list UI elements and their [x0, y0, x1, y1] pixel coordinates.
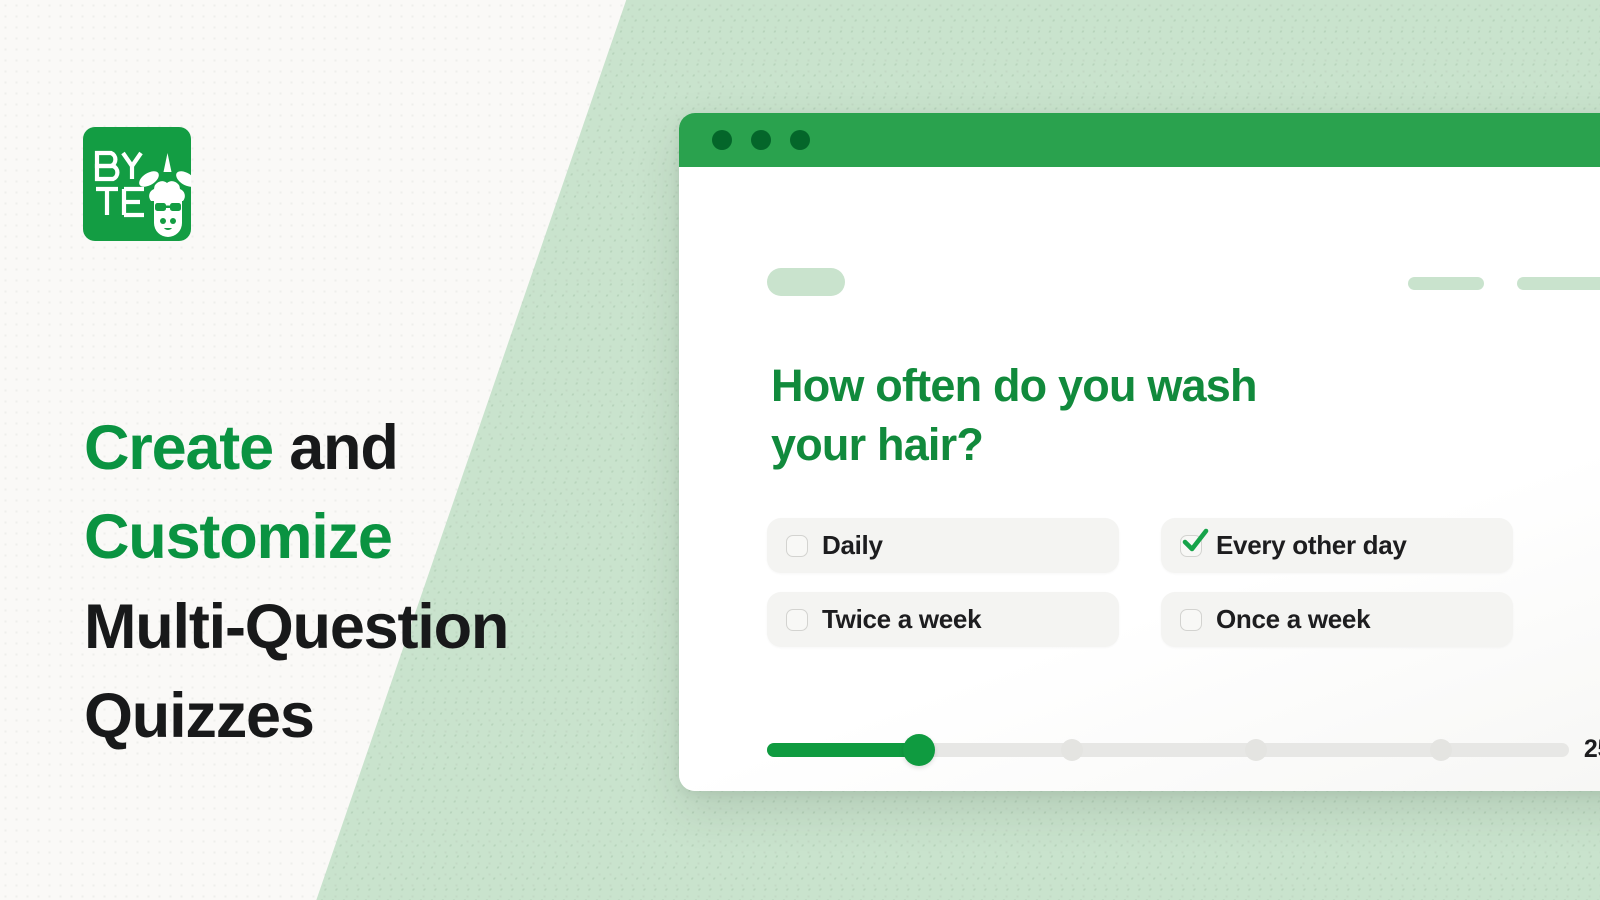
progress-slider-track[interactable]: [767, 733, 1569, 766]
progress-step-dot-3[interactable]: [1245, 738, 1268, 761]
placeholder-pill-right-1: [1408, 277, 1484, 290]
byte-logo: [83, 127, 191, 241]
llama-sunglasses-icon: [94, 150, 191, 237]
quiz-question: How often do you wash your hair?: [771, 360, 1258, 470]
quiz-progress-row: 25%: [767, 733, 1600, 766]
quiz-option-once-a-week[interactable]: Once a week: [1161, 592, 1513, 647]
marketing-panel: Create and Customize Multi-Question Quiz…: [0, 0, 660, 900]
quiz-option-twice-a-week[interactable]: Twice a week: [767, 592, 1119, 647]
checkmark-icon: [1182, 528, 1209, 551]
progress-percent-label: 25%: [1583, 735, 1600, 763]
progress-step-dot-2[interactable]: [1060, 738, 1083, 761]
quiz-option-label: Once a week: [1216, 604, 1371, 634]
checkbox-unchecked-icon[interactable]: [786, 534, 808, 557]
progress-step-dot-4[interactable]: [1429, 738, 1452, 761]
browser-titlebar: [679, 113, 1600, 167]
quiz-option-daily[interactable]: Daily: [767, 518, 1119, 573]
headline-word-create: Create: [84, 413, 274, 483]
progress-slider-knob[interactable]: [903, 733, 936, 766]
page-title: Create and Customize Multi-Question Quiz…: [84, 404, 644, 762]
minimize-dot-icon[interactable]: [751, 130, 771, 150]
headline-word-customize: Customize: [84, 502, 393, 573]
quiz-option-label: Every other day: [1216, 530, 1407, 560]
headline-word-quizzes: Quizzes: [84, 681, 315, 752]
checkbox-unchecked-icon[interactable]: [786, 608, 808, 631]
quiz-option-every-other-day[interactable]: Every other day: [1161, 518, 1513, 573]
placeholder-pill-right-2: [1517, 277, 1600, 290]
headline-word-multiquestion: Multi-Question: [84, 591, 509, 662]
quiz-options-list: Daily Every other day Twice a week Once …: [767, 518, 1599, 647]
placeholder-pill-left: [767, 268, 845, 296]
quiz-option-label: Daily: [822, 530, 883, 560]
close-dot-icon[interactable]: [712, 130, 732, 150]
browser-window-mockup: How often do you wash your hair? Daily E…: [679, 113, 1600, 791]
checkbox-unchecked-icon[interactable]: [1180, 608, 1202, 631]
checkbox-checked-icon[interactable]: [1180, 528, 1209, 557]
headline-word-and: and: [272, 413, 399, 483]
progress-slider-fill: [767, 742, 920, 757]
maximize-dot-icon[interactable]: [790, 130, 810, 150]
quiz-content-area: How often do you wash your hair? Daily E…: [679, 167, 1600, 791]
quiz-option-label: Twice a week: [822, 604, 982, 634]
